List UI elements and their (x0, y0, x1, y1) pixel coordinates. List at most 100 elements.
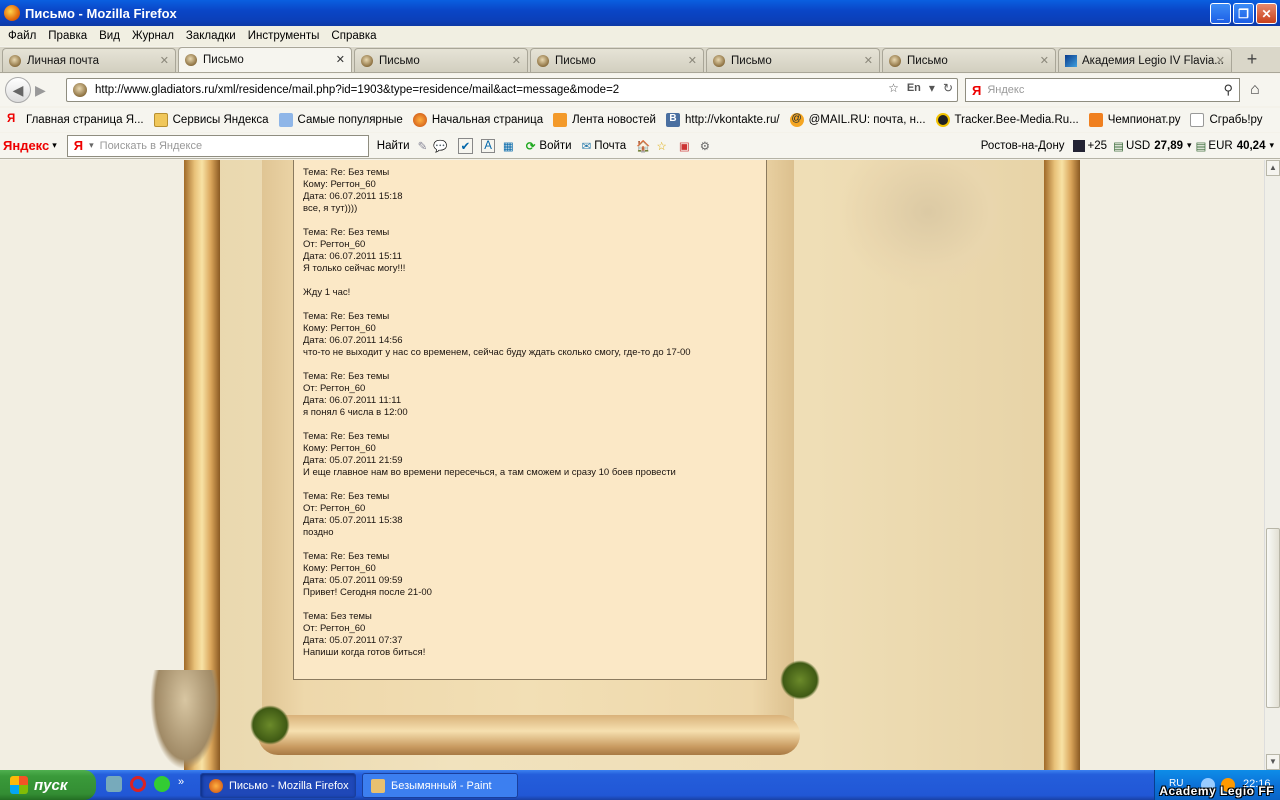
dropdown-icon[interactable]: ▾ (1269, 140, 1274, 151)
tab-close-icon[interactable]: ✕ (160, 54, 169, 67)
message-date: Дата: 06.07.2011 11:11 (303, 395, 402, 406)
tab-letter[interactable]: Письмо ✕ (882, 48, 1056, 72)
tab-close-icon[interactable]: ✕ (1216, 54, 1225, 67)
tab-letter[interactable]: Письмо ✕ (706, 48, 880, 72)
message-item: Тема: Re: Без темы От: Регтон_60 Дата: 0… (303, 491, 766, 539)
title-bar[interactable]: Письмо - Mozilla Firefox _ ❐ ✕ (0, 0, 1280, 26)
right-pillar (1044, 160, 1080, 770)
settings-gear-icon[interactable]: ⚙ (700, 139, 710, 153)
opera-icon[interactable] (130, 776, 146, 792)
minimize-button[interactable]: _ (1210, 3, 1231, 24)
tab-close-icon[interactable]: ✕ (512, 54, 521, 67)
bookmark-item[interactable]: Начальная страница (409, 113, 547, 127)
magnifier-icon[interactable]: ⚲ (1223, 82, 1233, 98)
menu-tools[interactable]: Инструменты (242, 28, 326, 44)
page-icon (1190, 113, 1205, 127)
bookmark-item[interactable]: Чемпионат.ру (1085, 113, 1185, 127)
start-button[interactable]: пуск (0, 770, 96, 800)
vertical-scrollbar[interactable]: ▲ ▼ (1264, 160, 1280, 770)
weather-value[interactable]: +25 (1088, 140, 1108, 152)
bookmark-item[interactable]: Tracker.Bee-Media.Ru... (932, 113, 1083, 127)
scroll-up-arrow[interactable]: ▲ (1266, 160, 1280, 176)
menu-edit[interactable]: Правка (42, 28, 93, 44)
quick-launch-icon[interactable] (106, 776, 122, 792)
dropdown-icon[interactable]: ▾ (52, 140, 57, 151)
tab-letter-active[interactable]: Письмо ✕ (178, 47, 352, 72)
reload-icon[interactable]: ↻ (943, 81, 953, 95)
url-text[interactable]: http://www.gladiators.ru/xml/residence/m… (95, 84, 619, 96)
tab-close-icon[interactable]: ✕ (864, 54, 873, 67)
apps-icon[interactable]: ▣ (679, 139, 690, 153)
dropdown-icon[interactable]: ▾ (1187, 140, 1192, 151)
address-bar[interactable]: http://www.gladiators.ru/xml/residence/m… (66, 78, 958, 102)
bookmark-item[interactable]: @ @MAIL.RU: почта, н... (786, 113, 930, 127)
highlight-icon[interactable]: ✎ (418, 139, 428, 153)
tab-academy[interactable]: Академия Legio IV Flavia... ✕ (1058, 48, 1232, 72)
message-date: Дата: 06.07.2011 15:18 (303, 191, 403, 202)
bookmark-item[interactable]: Сервисы Яндекса (150, 113, 273, 127)
usd-value[interactable]: 27,89 (1154, 140, 1183, 152)
page-content: Тема: Re: Без темы Кому: Регтон_60 Дата:… (0, 160, 1264, 770)
favorites-star-icon[interactable]: ☆ (657, 139, 667, 153)
taskbar-firefox[interactable]: Письмо - Mozilla Firefox (200, 773, 356, 798)
screenshot-icon[interactable]: ▦ (503, 139, 514, 153)
bookmark-item[interactable]: Лента новостей (549, 113, 660, 127)
site-favicon (73, 83, 87, 97)
spellcheck-icon[interactable]: ✔ (457, 137, 474, 154)
maximize-button[interactable]: ❐ (1233, 3, 1254, 24)
bookmark-item[interactable]: Bhttp://vkontakte.ru/ (662, 113, 784, 127)
icq-icon[interactable] (154, 776, 170, 792)
mail-button[interactable]: Почта (594, 140, 626, 152)
menu-help[interactable]: Справка (325, 28, 382, 44)
message-body: Напиши когда готов биться! (303, 647, 426, 658)
tab-label: Академия Legio IV Flavia... (1082, 54, 1224, 67)
login-icon: ⟳ (525, 140, 536, 153)
menu-bookmarks[interactable]: Закладки (180, 28, 242, 44)
bar-icon[interactable]: 🏠 (636, 139, 650, 153)
translate-icon[interactable]: A (481, 138, 495, 153)
tab-letter[interactable]: Письмо ✕ (354, 48, 528, 72)
login-button[interactable]: Войти (539, 140, 571, 152)
city-label[interactable]: Ростов-на-Дону (981, 140, 1065, 152)
back-button[interactable]: ◀ (5, 77, 31, 103)
mail-icon: ✉ (581, 140, 592, 153)
windows-flag-icon (10, 776, 28, 794)
bookmark-item[interactable]: Сграбь!ру (1186, 113, 1266, 127)
bookmark-star-icon[interactable]: ☆ (888, 81, 899, 95)
bookmark-item[interactable]: Я Главная страница Я... (3, 113, 148, 127)
taskbar-paint[interactable]: Безымянный - Paint (362, 773, 518, 798)
forward-button[interactable]: ▶ (35, 82, 46, 99)
scroll-down-arrow[interactable]: ▼ (1266, 754, 1280, 770)
new-tab-button[interactable]: + (1240, 48, 1264, 72)
tab-close-icon[interactable]: ✕ (688, 54, 697, 67)
scroll-thumb[interactable] (1266, 528, 1280, 708)
task-label: Письмо - Mozilla Firefox (229, 779, 349, 792)
yandex-logo[interactable]: Яндекс (3, 138, 49, 153)
chat-icon[interactable]: 💬 (433, 139, 447, 153)
tab-label: Письмо (555, 54, 596, 67)
navigation-bar: ◀ ▶ http://www.gladiators.ru/xml/residen… (0, 74, 1280, 106)
currency-icon: ▤ (1195, 140, 1207, 153)
menu-history[interactable]: Журнал (126, 28, 180, 44)
tab-personal-mail[interactable]: Личная почта ✕ (2, 48, 176, 72)
eur-value[interactable]: 40,24 (1237, 140, 1266, 152)
close-button[interactable]: ✕ (1256, 3, 1277, 24)
bookmark-item[interactable]: Самые популярные (275, 113, 407, 127)
tab-label: Личная почта (27, 54, 100, 67)
leaves-decoration (780, 660, 820, 700)
message-body: я понял 6 числа в 12:00 (303, 407, 408, 418)
firefox-icon (412, 113, 427, 127)
search-input[interactable]: Я Яндекс ⚲ (965, 78, 1240, 102)
menu-file[interactable]: Файл (2, 28, 42, 44)
tab-letter[interactable]: Письмо ✕ (530, 48, 704, 72)
more-icon[interactable]: » (178, 776, 184, 792)
dropdown-icon[interactable]: ▾ (929, 81, 935, 95)
yandex-search-input[interactable]: Я ▾ Поискать в Яндексе (66, 134, 369, 157)
tab-close-icon[interactable]: ✕ (1040, 54, 1049, 67)
home-icon[interactable]: ⌂ (1250, 81, 1260, 99)
message-party: Кому: Регтон_60 (303, 443, 376, 454)
yandex-icon: Я (972, 82, 982, 98)
tab-close-icon[interactable]: ✕ (336, 53, 345, 66)
menu-view[interactable]: Вид (93, 28, 126, 44)
find-button[interactable]: Найти (377, 140, 410, 152)
